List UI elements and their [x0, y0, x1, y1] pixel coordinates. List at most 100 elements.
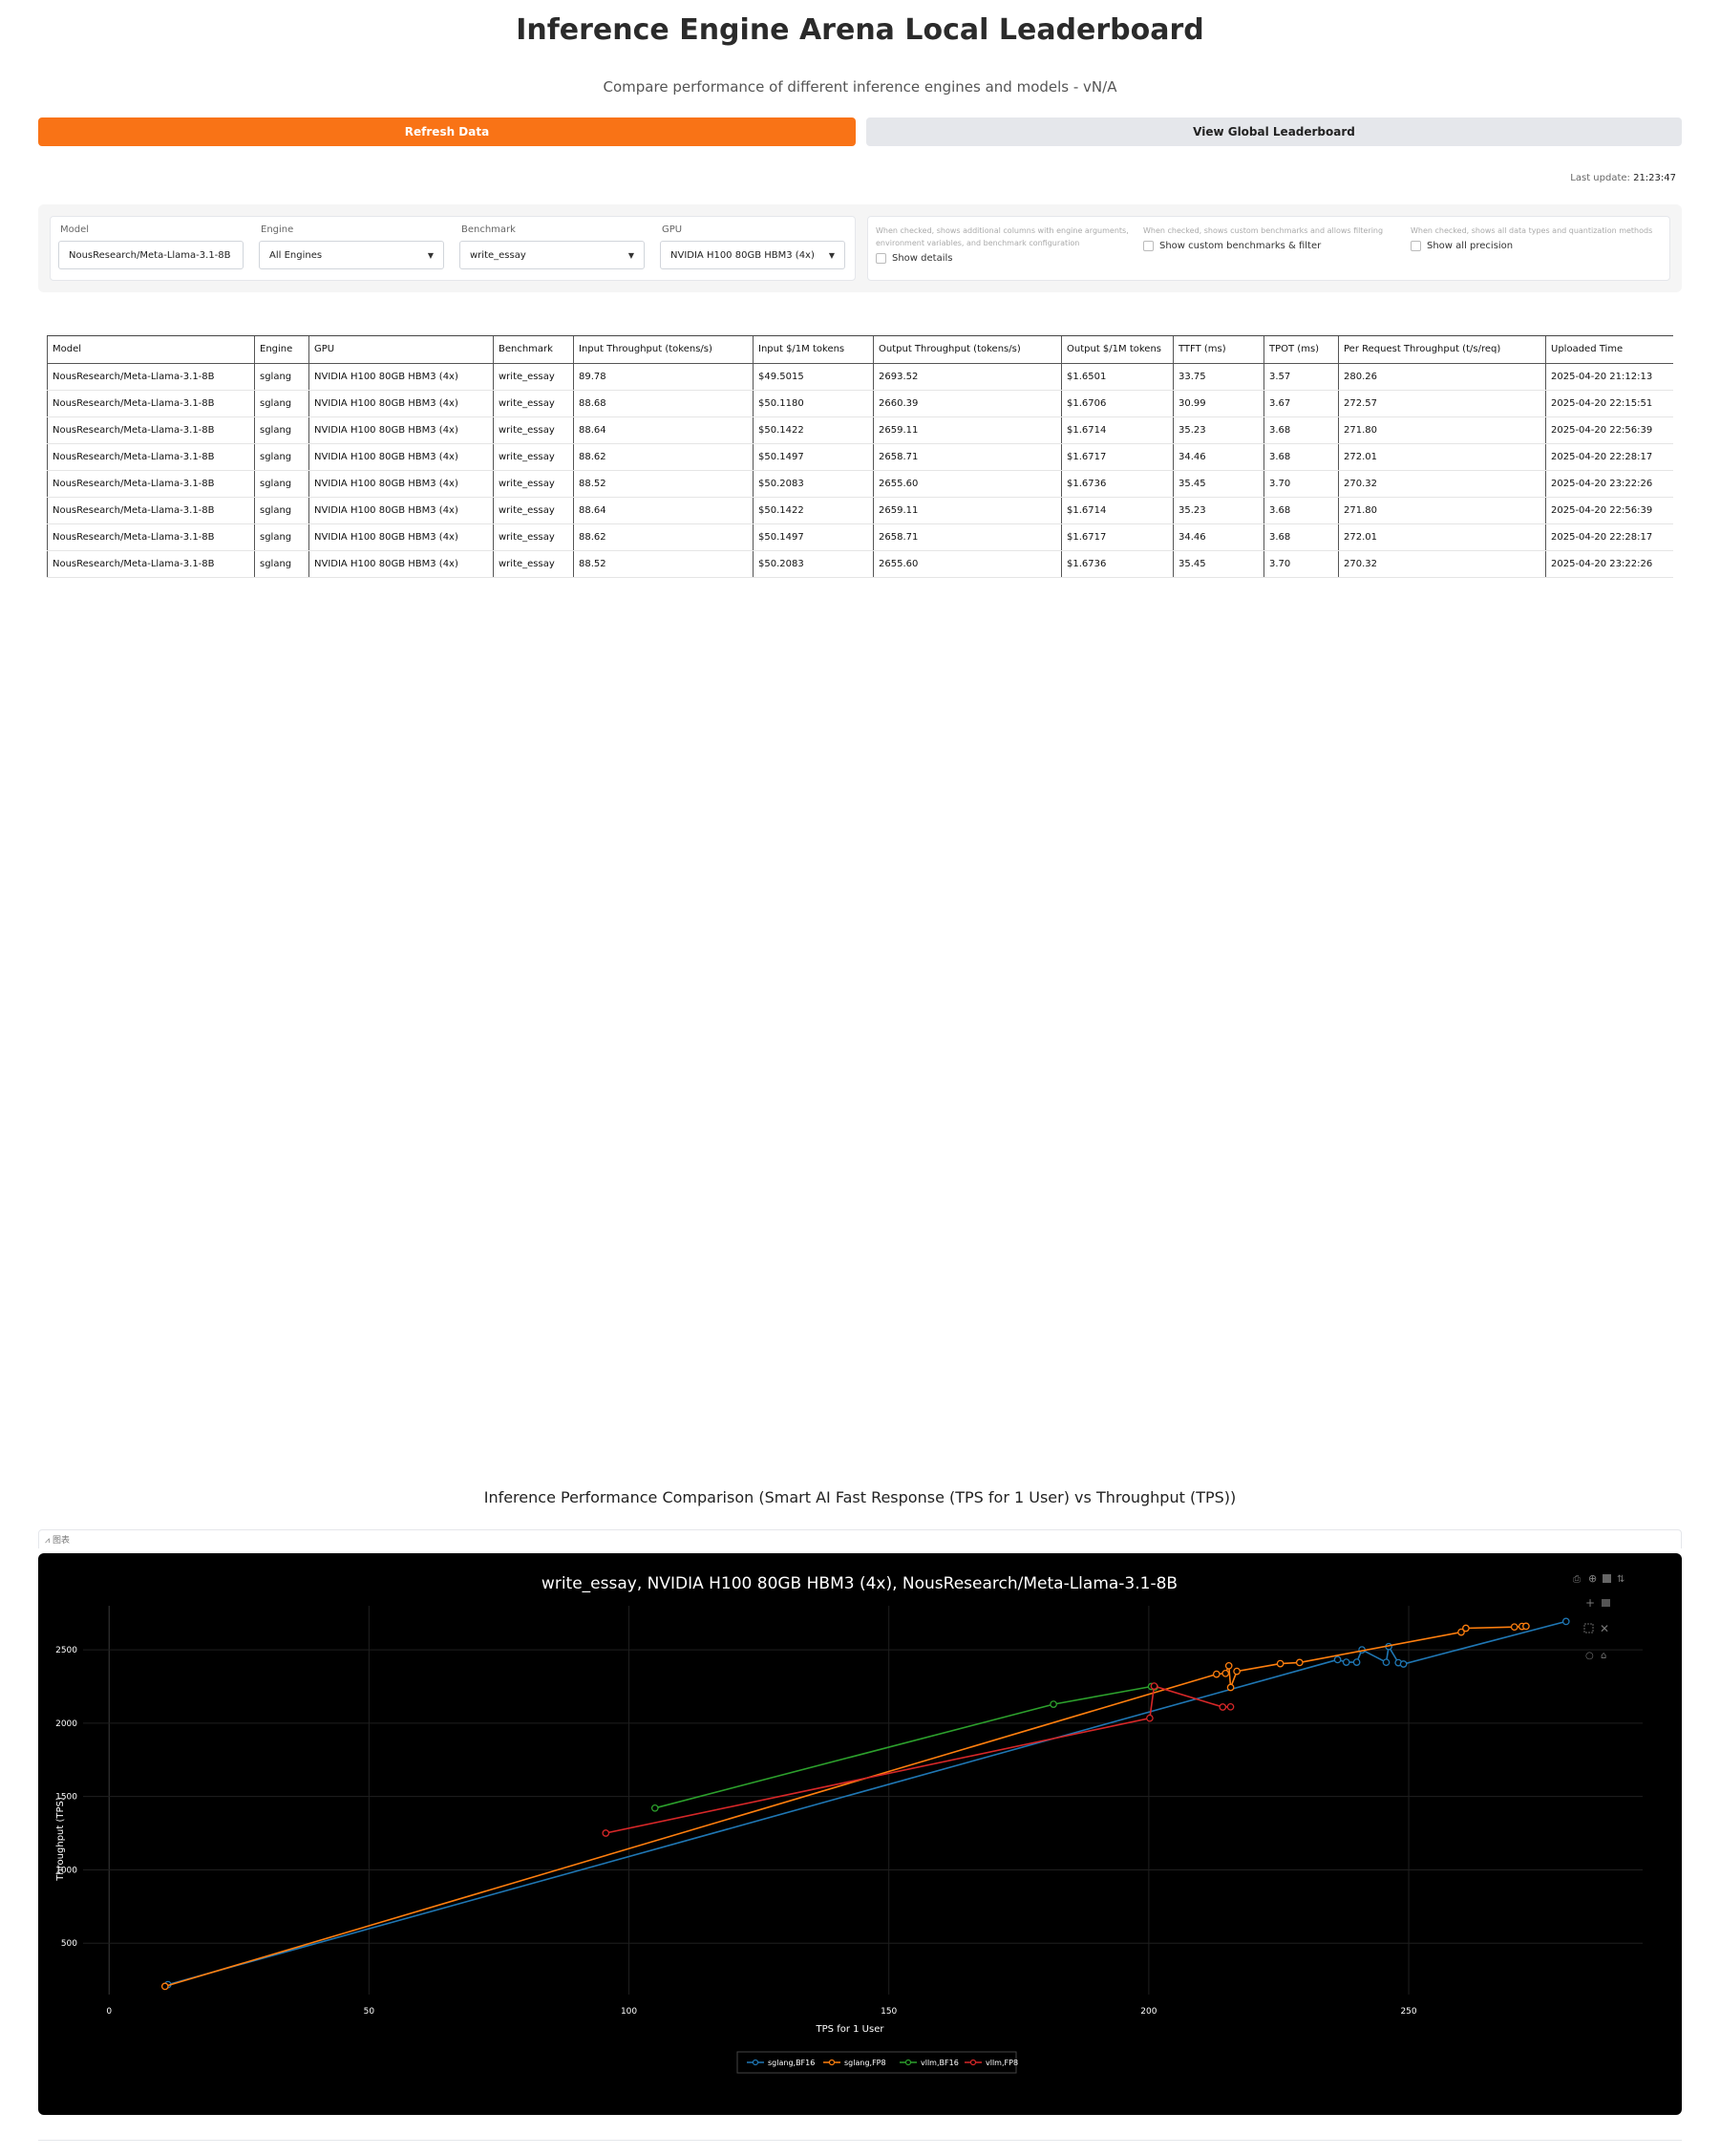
checkbox-icon[interactable]: [1143, 241, 1154, 251]
x-tick-label: 200: [1140, 2007, 1157, 2017]
table-cell: write_essay: [493, 550, 574, 578]
zoom-icon[interactable]: ⊕: [1588, 1572, 1597, 1585]
table-cell: 272.57: [1338, 390, 1546, 417]
box-select-icon[interactable]: [1583, 1623, 1594, 1633]
lasso-icon[interactable]: ○: [1585, 1651, 1594, 1661]
chart-tab-icon: ⩘: [45, 1536, 53, 1546]
model-input[interactable]: NousResearch/Meta-Llama-3.1-8B: [58, 241, 244, 269]
table-cell: NousResearch/Meta-Llama-3.1-8B: [47, 416, 255, 444]
zoom-in-icon[interactable]: +: [1585, 1596, 1595, 1610]
table-cell: NousResearch/Meta-Llama-3.1-8B: [47, 550, 255, 578]
table-cell: NousResearch/Meta-Llama-3.1-8B: [47, 470, 255, 498]
all-precision-checkbox[interactable]: Show all precision: [1411, 241, 1668, 251]
custom-benchmarks-checkbox[interactable]: Show custom benchmarks & filter: [1143, 241, 1401, 251]
data-point: [1462, 1624, 1470, 1633]
data-point: [160, 1982, 169, 1991]
table-row[interactable]: NousResearch/Meta-Llama-3.1-8B sglang NVID…: [47, 497, 1673, 524]
engine-filter-label: Engine: [261, 224, 294, 235]
benchmark-filter: Benchmark write_essay ▼: [459, 224, 645, 269]
table-body: NousResearch/Meta-Llama-3.1-8B sglang NVID…: [47, 363, 1673, 578]
chevron-down-icon: ▼: [627, 250, 634, 260]
show-details-checkbox[interactable]: Show details: [876, 253, 1134, 264]
filter-checkboxes: When checked, shows additional columns w…: [867, 216, 1670, 281]
table-cell: $1.6717: [1061, 443, 1174, 471]
table-row[interactable]: NousResearch/Meta-Llama-3.1-8B sglang NVID…: [47, 363, 1673, 391]
table-cell: 2025-04-20 22:15:51: [1545, 390, 1673, 417]
table-cell: $49.5015: [753, 363, 874, 391]
table-cell: NVIDIA H100 80GB HBM3 (4x): [308, 416, 494, 444]
table-cell: 88.64: [573, 497, 754, 524]
table-row[interactable]: NousResearch/Meta-Llama-3.1-8B sglang NVID…: [47, 550, 1673, 578]
column-header[interactable]: Engine: [254, 336, 309, 364]
data-point: [1050, 1700, 1057, 1708]
home-icon[interactable]: ⌂: [1601, 1651, 1606, 1661]
column-header[interactable]: Uploaded Time: [1545, 336, 1673, 364]
table-cell: 88.64: [573, 416, 754, 444]
leaderboard-table-container[interactable]: Model Engine GPU Benchmark Input Throughput …: [47, 335, 1673, 1450]
table-cell: 270.32: [1338, 550, 1546, 578]
x-tick-label: 0: [106, 2007, 112, 2017]
table-cell: 2658.71: [873, 443, 1062, 471]
table-cell: NVIDIA H100 80GB HBM3 (4x): [308, 523, 494, 551]
zoom-out-icon[interactable]: [1602, 1599, 1610, 1607]
camera-icon[interactable]: ⎙: [1573, 1574, 1581, 1585]
table-cell: 3.57: [1263, 363, 1339, 391]
table-cell: 3.68: [1263, 416, 1339, 444]
refresh-data-button[interactable]: Refresh Data: [38, 117, 856, 146]
table-row[interactable]: NousResearch/Meta-Llama-3.1-8B sglang NVID…: [47, 523, 1673, 551]
table-row[interactable]: NousResearch/Meta-Llama-3.1-8B sglang NVID…: [47, 416, 1673, 444]
column-header[interactable]: Model: [47, 336, 255, 364]
table-row[interactable]: NousResearch/Meta-Llama-3.1-8B sglang NVID…: [47, 470, 1673, 498]
table-cell: 272.01: [1338, 443, 1546, 471]
last-update-value: 21:23:47: [1633, 173, 1676, 183]
column-header[interactable]: TTFT (ms): [1173, 336, 1264, 364]
column-header[interactable]: Output Throughput (tokens/s): [873, 336, 1062, 364]
benchmark-select[interactable]: write_essay ▼: [459, 241, 645, 269]
engine-select[interactable]: All Engines ▼: [259, 241, 444, 269]
table-row[interactable]: NousResearch/Meta-Llama-3.1-8B sglang NVID…: [47, 390, 1673, 417]
table-cell: write_essay: [493, 497, 574, 524]
chart-tab[interactable]: ⩘ 图表: [38, 1529, 1682, 1548]
column-header[interactable]: GPU: [308, 336, 494, 364]
series-line: [167, 1620, 1567, 1986]
autoscale-icon[interactable]: ⇅: [1617, 1574, 1624, 1585]
table-cell: write_essay: [493, 390, 574, 417]
column-header[interactable]: Per Request Throughput (t/s/req): [1338, 336, 1546, 364]
data-point: [1382, 1658, 1391, 1667]
table-row[interactable]: NousResearch/Meta-Llama-3.1-8B sglang NVID…: [47, 443, 1673, 471]
legend-label: vllm,BF16: [921, 2059, 959, 2067]
chart-container[interactable]: write_essay, NVIDIA H100 80GB HBM3 (4x),…: [38, 1553, 1682, 2115]
table-cell: 35.45: [1173, 470, 1264, 498]
table-cell: $50.1497: [753, 523, 874, 551]
table-cell: 3.68: [1263, 523, 1339, 551]
gpu-select[interactable]: NVIDIA H100 80GB HBM3 (4x) ▼: [660, 241, 845, 269]
table-cell: 89.78: [573, 363, 754, 391]
table-cell: NVIDIA H100 80GB HBM3 (4x): [308, 550, 494, 578]
y-tick-label: 500: [61, 1939, 77, 1949]
table-cell: 2025-04-20 22:28:17: [1545, 443, 1673, 471]
checkbox-icon[interactable]: [876, 253, 886, 264]
data-point: [1522, 1622, 1530, 1631]
reset-axes-icon[interactable]: ✕: [1600, 1622, 1609, 1635]
column-header[interactable]: Output $/1M tokens: [1061, 336, 1174, 364]
column-header[interactable]: TPOT (ms): [1263, 336, 1339, 364]
pan-icon[interactable]: [1603, 1574, 1611, 1583]
chart-series: [160, 1617, 1570, 1991]
scatter-chart[interactable]: write_essay, NVIDIA H100 80GB HBM3 (4x),…: [38, 1553, 1682, 2115]
view-global-leaderboard-button[interactable]: View Global Leaderboard: [866, 117, 1682, 146]
legend-marker: [752, 2059, 759, 2066]
model-filter: Model NousResearch/Meta-Llama-3.1-8B: [58, 224, 244, 269]
last-update-label: Last update:: [1570, 173, 1634, 183]
legend-marker: [904, 2059, 912, 2066]
column-header[interactable]: Benchmark: [493, 336, 574, 364]
table-cell: 34.46: [1173, 523, 1264, 551]
table-cell: 3.70: [1263, 470, 1339, 498]
column-header[interactable]: Input $/1M tokens: [753, 336, 874, 364]
table-cell: NousResearch/Meta-Llama-3.1-8B: [47, 443, 255, 471]
data-point: [1226, 1683, 1235, 1692]
checkbox-icon[interactable]: [1411, 241, 1421, 251]
data-point: [1224, 1661, 1233, 1670]
table-cell: 271.80: [1338, 416, 1546, 444]
column-header[interactable]: Input Throughput (tokens/s): [573, 336, 754, 364]
show-details-label: Show details: [892, 253, 953, 264]
